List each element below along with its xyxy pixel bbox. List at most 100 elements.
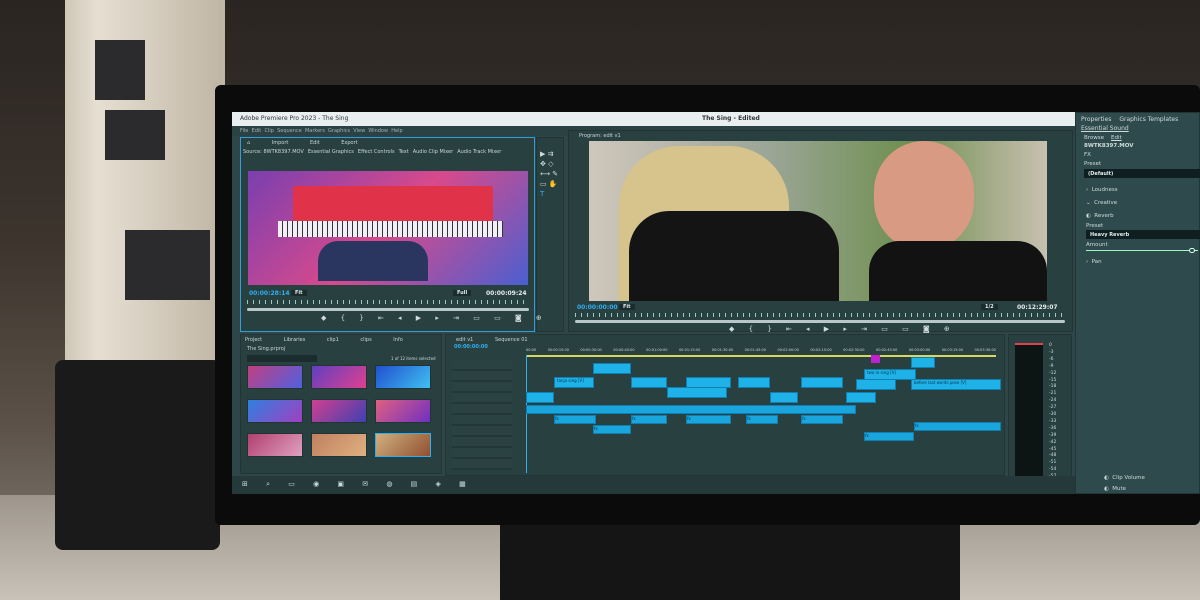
tab-graphics-templates[interactable]: Graphics Templates [1119, 116, 1178, 123]
amount-slider-handle[interactable] [1188, 248, 1195, 253]
tab-sequence-01[interactable]: Sequence 01 [495, 337, 528, 343]
program-time-ruler[interactable] [575, 313, 1065, 317]
mute-toggle[interactable]: ◐ Mute [1104, 486, 1126, 492]
video-clip[interactable] [686, 377, 731, 388]
source-time-ruler[interactable] [247, 300, 529, 304]
bin-clip-thumbnail[interactable] [311, 399, 367, 423]
menu-graphics[interactable]: Graphics [328, 128, 350, 134]
meter-scale-label: -18 [1049, 384, 1057, 390]
video-clip[interactable] [738, 377, 770, 388]
video-clip[interactable]: two in sing [V] [864, 369, 916, 380]
meter-scale-label: -15 [1049, 377, 1057, 383]
bin-clip-thumbnail[interactable] [247, 365, 303, 389]
source-duration: 00:00:09:24 [486, 290, 527, 297]
tab-export[interactable]: Export [341, 140, 357, 146]
menu-markers[interactable]: Markers [305, 128, 325, 134]
tab-essential-graphics[interactable]: Essential Graphics [308, 149, 354, 155]
audio-clip[interactable]: fx [864, 432, 914, 441]
program-resolution-select[interactable]: 1/2 [981, 304, 998, 310]
timeline-timecode[interactable]: 00:00:00:00 [454, 344, 488, 350]
video-clip[interactable] [801, 377, 843, 388]
bin-clip-thumbnail[interactable] [375, 399, 431, 423]
source-transport-controls[interactable]: ◆ { } ⇤ ◂ ▶ ▸ ⇥ ▭ ▭ ◙ ⊕ [321, 314, 548, 322]
program-scroll-bar[interactable] [575, 320, 1065, 323]
tab-edit-v1[interactable]: edit v1 [456, 337, 473, 343]
tab-audio-track-mixer[interactable]: Audio Track Mixer [457, 149, 501, 155]
bin-clip-thumbnail[interactable] [375, 433, 431, 457]
audio-clip[interactable]: fx [914, 422, 1001, 431]
program-title[interactable]: Program: edit v1 [579, 133, 621, 139]
source-tabs: Source: 8WTK8397.MOV Essential Graphics … [243, 149, 533, 155]
section-loudness[interactable]: › Loudness [1086, 187, 1118, 193]
tab-project[interactable]: Project [245, 337, 262, 343]
tool-icons[interactable]: ▶ ⇉ ✥ ◇ ⟷ ✎ ▭ ✋ T [537, 146, 563, 202]
meter-scale-label: -42 [1049, 439, 1057, 445]
tab-source[interactable]: Source: 8WTK8397.MOV [243, 149, 304, 155]
reverb-preset-select[interactable]: Heavy Reverb [1086, 230, 1200, 239]
menu-view[interactable]: View [353, 128, 365, 134]
tab-properties[interactable]: Properties [1081, 116, 1111, 123]
tab-clips[interactable]: clips [360, 337, 371, 343]
tab-import[interactable]: Import [272, 140, 289, 146]
audio-clip[interactable]: fx [801, 415, 843, 424]
timeline-ruler[interactable]: 00:00 00:00:15:00 00:00:30:00 00:00:45:00 00… [526, 348, 996, 354]
menu-help[interactable]: Help [391, 128, 402, 134]
menu-edit[interactable]: Edit [252, 128, 262, 134]
timeline-marker[interactable] [871, 355, 880, 363]
tab-edit[interactable]: Edit [310, 140, 320, 146]
menu-file[interactable]: File [240, 128, 248, 134]
video-clip[interactable] [911, 357, 935, 368]
audio-clip[interactable]: fx [593, 425, 631, 434]
clip-volume-toggle[interactable]: ◐ Clip Volume [1104, 475, 1145, 481]
audio-clip[interactable] [526, 405, 856, 414]
video-clip[interactable] [856, 379, 896, 390]
video-clip[interactable] [846, 392, 876, 403]
section-creative[interactable]: ⌄ Creative [1086, 200, 1117, 206]
source-resolution-select[interactable]: Full [453, 290, 472, 296]
source-timecode[interactable]: 00:00:28:14 [249, 290, 290, 297]
person-right-head [874, 141, 974, 251]
program-transport-controls[interactable]: ◆ { } ⇤ ◂ ▶ ▸ ⇥ ▭ ▭ ◙ ⊕ [729, 325, 956, 333]
source-scroll-bar[interactable] [247, 308, 529, 311]
section-pan[interactable]: › Pan [1086, 259, 1102, 265]
source-zoom-select[interactable]: Fit [291, 290, 307, 296]
bin-clip-thumbnail[interactable] [375, 365, 431, 389]
tab-effect-controls[interactable]: Effect Controls [358, 149, 395, 155]
bin-clip-thumbnail[interactable] [311, 365, 367, 389]
tab-text[interactable]: Text [399, 149, 409, 155]
video-clip[interactable] [667, 387, 727, 398]
video-clip[interactable] [593, 363, 631, 374]
subtab-browse[interactable]: Browse [1084, 135, 1104, 141]
preset-select[interactable]: (Default) [1084, 169, 1200, 178]
amount-slider[interactable] [1086, 248, 1198, 253]
video-clip[interactable]: before last words pose [V] [911, 379, 1001, 390]
track-headers[interactable] [452, 360, 512, 470]
video-clip[interactable] [526, 392, 554, 403]
home-icon[interactable]: ⌂ [247, 140, 250, 146]
menu-window[interactable]: Window [368, 128, 388, 134]
tab-essential-sound[interactable]: Essential Sound [1081, 125, 1129, 132]
project-search-input[interactable] [247, 355, 317, 362]
video-clip[interactable] [770, 392, 798, 403]
fx-toggle[interactable]: FX [1084, 152, 1091, 158]
menu-clip[interactable]: Clip [264, 128, 273, 134]
bin-clip-thumbnail[interactable] [247, 399, 303, 423]
bin-clip-thumbnail[interactable] [247, 433, 303, 457]
reverb-toggle[interactable]: ◐ Reverb [1086, 213, 1114, 219]
audio-clip[interactable]: fx [554, 415, 596, 424]
menu-sequence[interactable]: Sequence [277, 128, 302, 134]
video-clip[interactable] [631, 377, 667, 388]
subtab-edit[interactable]: Edit [1111, 135, 1122, 141]
program-timecode[interactable]: 00:00:00:00 [577, 304, 618, 311]
tab-clip1[interactable]: clip1 [327, 337, 339, 343]
audio-clip[interactable]: fx [686, 415, 731, 424]
audio-clip[interactable]: fx [746, 415, 778, 424]
program-zoom-select[interactable]: Fit [619, 304, 635, 310]
video-clip[interactable]: tanja sing [V] [554, 377, 594, 388]
taskbar[interactable]: ⊞ ⌕ ▭ ◉ ▣ ✉ ◍ ▤ ◈ ▦ [232, 476, 1075, 494]
bin-clip-thumbnail[interactable] [311, 433, 367, 457]
tab-info[interactable]: Info [393, 337, 402, 343]
audio-clip[interactable]: fx [631, 415, 667, 424]
tab-libraries[interactable]: Libraries [284, 337, 306, 343]
tab-audio-clip-mixer[interactable]: Audio Clip Mixer [413, 149, 453, 155]
